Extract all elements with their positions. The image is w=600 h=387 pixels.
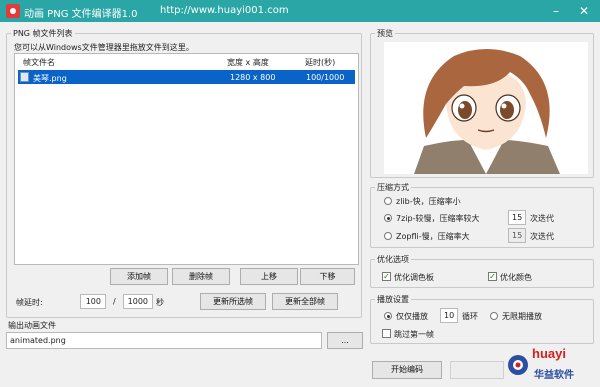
browse-button[interactable]: ...	[327, 332, 363, 349]
delay-numerator-input[interactable]: 100	[80, 294, 106, 309]
delay-separator: /	[113, 297, 116, 306]
playback-legend: 播放设置	[377, 295, 409, 304]
image-file-icon	[20, 72, 29, 82]
7zip-iterations-input[interactable]: 15	[508, 210, 526, 225]
7zip-radio[interactable]	[384, 214, 392, 222]
update-all-button[interactable]: 更新全部帧	[272, 293, 338, 310]
column-filename[interactable]: 帧文件名	[23, 57, 55, 68]
zopfli-iterations-label: 次迭代	[530, 232, 554, 241]
anime-character-illustration	[384, 42, 588, 174]
huayi-logo-icon	[508, 355, 528, 375]
infinite-play-label[interactable]: 无限期播放	[502, 311, 542, 322]
7zip-iterations-label: 次迭代	[530, 214, 554, 223]
frame-row[interactable]: 美琴.png 1280 x 800 100/1000	[18, 70, 355, 84]
optimize-legend: 优化选项	[377, 255, 409, 264]
frame-list[interactable]: 帧文件名 宽度 x 高度 延时(秒) 美琴.png 1280 x 800 100…	[14, 53, 359, 265]
move-down-button[interactable]: 下移	[300, 268, 355, 285]
move-up-button[interactable]: 上移	[240, 268, 298, 285]
compression-legend: 压缩方式	[377, 183, 409, 192]
skip-first-checkbox[interactable]	[382, 329, 391, 338]
frame-list-header: 帧文件名 宽度 x 高度 延时(秒)	[15, 54, 358, 68]
title-bar: 动画 PNG 文件编译器1.0 http://www.huayi001.com …	[0, 0, 600, 22]
optimize-palette-label[interactable]: 优化调色板	[394, 272, 434, 283]
update-selected-button[interactable]: 更新所选帧	[200, 293, 266, 310]
skip-first-label[interactable]: 跳过第一帧	[394, 329, 434, 340]
output-filename-input[interactable]: animated.png	[6, 332, 322, 349]
zopfli-iterations-input[interactable]: 15	[508, 228, 526, 243]
window-title: 动画 PNG 文件编译器1.0	[24, 9, 138, 20]
delete-frame-button[interactable]: 删除帧	[172, 268, 230, 285]
minimize-icon[interactable]: –	[548, 3, 564, 19]
zlib-radio[interactable]	[384, 197, 392, 205]
secondary-action-button[interactable]	[450, 361, 504, 379]
app-icon	[6, 4, 20, 18]
column-size[interactable]: 宽度 x 高度	[227, 57, 269, 68]
frame-delay-label: 帧延时:	[16, 298, 43, 307]
optimize-color-label[interactable]: 优化颜色	[500, 272, 532, 283]
loop-label: 循环	[462, 312, 478, 321]
add-frame-button[interactable]: 添加帧	[110, 268, 168, 285]
delay-denominator-input[interactable]: 1000	[123, 294, 153, 309]
window-url: http://www.huayi001.com	[160, 5, 289, 16]
zopfli-label[interactable]: Zopfli-慢，压缩率大	[396, 231, 470, 242]
play-only-label[interactable]: 仅仅播放	[396, 311, 428, 322]
loop-count-input[interactable]: 10	[440, 308, 458, 323]
frame-filename: 美琴.png	[33, 74, 67, 83]
start-encoding-button[interactable]: 开始编码	[372, 361, 442, 379]
watermark-brand: huayi	[532, 346, 566, 361]
frame-size: 1280 x 800	[230, 73, 276, 82]
optimize-color-checkbox[interactable]: ✓	[488, 272, 497, 281]
zopfli-radio[interactable]	[384, 232, 392, 240]
huayi-watermark: huayi 华益软件	[506, 345, 596, 385]
7zip-label[interactable]: 7zip-较慢，压缩率较大	[396, 213, 479, 224]
infinite-play-radio[interactable]	[490, 312, 498, 320]
column-delay[interactable]: 延时(秒)	[305, 57, 335, 68]
delay-unit: 秒	[156, 298, 164, 307]
drag-drop-hint: 您可以从Windows文件管理器里拖放文件到这里。	[14, 43, 194, 52]
close-icon[interactable]: ✕	[576, 3, 592, 19]
zlib-label[interactable]: zlib-快，压缩率小	[396, 196, 461, 207]
play-only-radio[interactable]	[384, 312, 392, 320]
optimize-palette-checkbox[interactable]: ✓	[382, 272, 391, 281]
preview-image	[384, 42, 588, 174]
output-legend: 输出动画文件	[8, 321, 56, 330]
frames-panel-legend: PNG 帧文件列表	[13, 29, 73, 38]
watermark-subtitle: 华益软件	[534, 370, 574, 381]
preview-legend: 预览	[377, 29, 393, 38]
frame-delay: 100/1000	[306, 73, 345, 82]
